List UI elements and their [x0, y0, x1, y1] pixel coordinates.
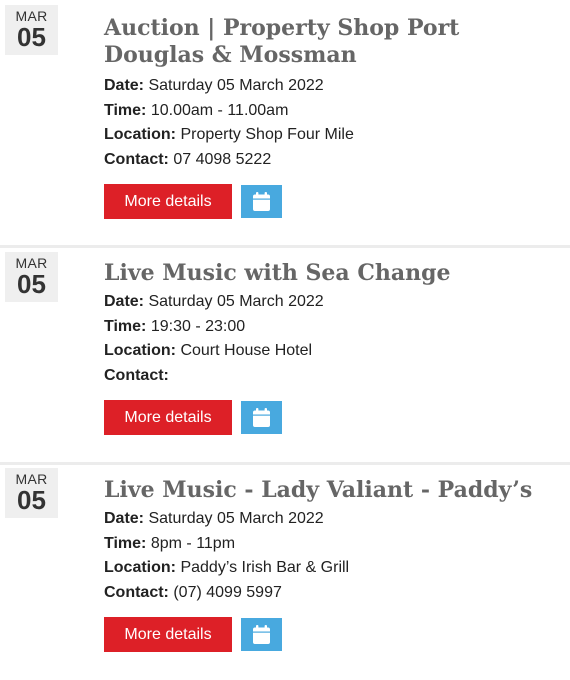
event-contact-row: Contact:	[104, 364, 564, 389]
event-day: 05	[17, 485, 46, 515]
event-time-row: Time: 10.00am - 11.00am	[104, 99, 564, 124]
event-actions: More details	[104, 400, 564, 435]
calendar-icon	[253, 408, 270, 427]
event-location-value: Property Shop Four Mile	[180, 126, 354, 143]
event-time-row: Time: 8pm - 11pm	[104, 532, 564, 557]
event-date-label: Date:	[104, 77, 145, 94]
event-time-label: Time:	[104, 101, 147, 119]
event-date-value: Saturday 05 March 2022	[148, 510, 324, 527]
event-date-label: Date:	[104, 510, 145, 527]
event-contact-row: Contact: (07) 4099 5997	[104, 581, 564, 606]
more-details-button[interactable]: More details	[104, 184, 232, 219]
event-actions: More details	[104, 184, 564, 219]
event-item: MAR 05 Live Music - Lady Valiant - Paddy…	[0, 462, 570, 680]
event-location-row: Location: Paddy’s Irish Bar & Grill	[104, 556, 564, 581]
event-time-value: 19:30 - 23:00	[150, 317, 246, 335]
event-time-value: 8pm - 11pm	[150, 534, 236, 552]
event-date-label: Date:	[104, 293, 145, 310]
event-contact-label: Contact:	[104, 150, 169, 168]
more-details-button[interactable]: More details	[104, 400, 232, 435]
more-details-button[interactable]: More details	[104, 617, 232, 652]
add-to-calendar-button[interactable]	[241, 618, 282, 651]
event-month: MAR	[15, 8, 48, 24]
calendar-icon	[253, 625, 270, 644]
event-location-label: Location:	[104, 126, 176, 143]
event-contact-label: Contact:	[104, 366, 169, 384]
event-date-badge: MAR 05	[5, 5, 58, 55]
event-date-row: Date: Saturday 05 March 2022	[104, 507, 564, 532]
event-date-value: Saturday 05 March 2022	[148, 77, 324, 94]
event-actions: More details	[104, 617, 564, 652]
event-divider	[0, 245, 570, 248]
calendar-icon	[253, 192, 270, 211]
event-date-badge: MAR 05	[5, 468, 58, 518]
event-contact-row: Contact: 07 4098 5222	[104, 148, 564, 173]
add-to-calendar-button[interactable]	[241, 185, 282, 218]
event-date-row: Date: Saturday 05 March 2022	[104, 74, 564, 99]
event-date-row: Date: Saturday 05 March 2022	[104, 290, 564, 315]
event-location-value: Court House Hotel	[180, 342, 313, 359]
event-day: 05	[17, 22, 46, 52]
event-location-label: Location:	[104, 342, 176, 359]
event-content: Auction | Property Shop Port Douglas & M…	[104, 15, 564, 219]
event-location-value: Paddy’s Irish Bar & Grill	[180, 559, 350, 576]
event-content: Live Music - Lady Valiant - Paddy’s Date…	[104, 477, 564, 652]
event-contact-label: Contact:	[104, 583, 169, 601]
event-time-row: Time: 19:30 - 23:00	[104, 315, 564, 340]
event-date-badge: MAR 05	[5, 252, 58, 302]
event-divider	[0, 462, 570, 465]
event-contact-value: (07) 4099 5997	[173, 583, 282, 601]
event-title[interactable]: Live Music with Sea Change	[104, 260, 564, 287]
event-location-row: Location: Court House Hotel	[104, 339, 564, 364]
event-time-label: Time:	[104, 317, 147, 335]
event-time-value: 10.00am - 11.00am	[150, 101, 289, 119]
event-title[interactable]: Live Music - Lady Valiant - Paddy’s	[104, 477, 564, 504]
event-item: MAR 05 Live Music with Sea Change Date: …	[0, 245, 570, 463]
event-item: MAR 05 Auction | Property Shop Port Doug…	[0, 0, 570, 245]
event-location-label: Location:	[104, 559, 176, 576]
event-contact-value: 07 4098 5222	[173, 150, 272, 168]
event-title[interactable]: Auction | Property Shop Port Douglas & M…	[104, 15, 564, 69]
event-content: Live Music with Sea Change Date: Saturda…	[104, 260, 564, 435]
event-time-label: Time:	[104, 534, 147, 552]
event-day: 05	[17, 269, 46, 299]
event-date-value: Saturday 05 March 2022	[148, 293, 324, 310]
event-location-row: Location: Property Shop Four Mile	[104, 123, 564, 148]
event-month: MAR	[15, 471, 48, 487]
event-month: MAR	[15, 255, 48, 271]
add-to-calendar-button[interactable]	[241, 401, 282, 434]
